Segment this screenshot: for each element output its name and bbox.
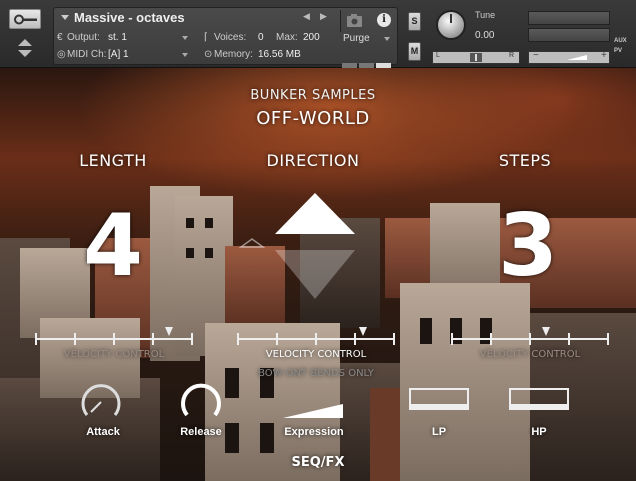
output-meter-right <box>528 28 610 42</box>
next-instrument-icon[interactable]: ▶ <box>320 12 327 22</box>
output-label: Output: <box>67 32 100 43</box>
hp-filter-control[interactable] <box>509 388 569 410</box>
voices-value: 0 <box>258 32 264 43</box>
info-icon[interactable]: i <box>377 13 391 27</box>
camera-icon <box>347 14 362 27</box>
volume-slider[interactable]: − + <box>528 50 610 64</box>
midi-dropdown-icon[interactable] <box>182 53 188 57</box>
steps-velocity-slider[interactable] <box>451 327 609 345</box>
midi-value[interactable]: [A] 1 <box>108 49 129 60</box>
pan-right-label: R <box>509 52 515 59</box>
wrench-icon <box>14 14 37 25</box>
memory-value: 16.56 MB <box>258 49 301 60</box>
aux-button[interactable]: AUX <box>614 38 627 44</box>
max-label: Max: <box>276 32 298 43</box>
product-title: OFF-WORLD <box>256 108 370 129</box>
hp-label: HP <box>531 426 547 438</box>
output-meter-left <box>528 11 610 25</box>
bow-bends-label[interactable]: BOW ONT BENDS ONLY <box>237 368 395 379</box>
direction-down-arrow[interactable] <box>275 250 355 299</box>
volume-plus: + <box>601 50 607 61</box>
instrument-ui: BUNKER SAMPLES OFF-WORLD LENGTH 4 VELOCI… <box>0 68 636 481</box>
pv-button[interactable]: PV <box>614 48 622 54</box>
lp-filter-control[interactable] <box>409 388 469 410</box>
max-voices-value[interactable]: 200 <box>303 32 320 43</box>
instrument-menu-icon[interactable] <box>61 15 69 20</box>
expression-label: Expression <box>284 426 344 438</box>
pan-slider[interactable]: L R <box>432 51 520 64</box>
steps-label: STEPS <box>498 151 552 170</box>
attack-label: Attack <box>86 426 120 438</box>
direction-up-arrow[interactable] <box>275 193 355 234</box>
output-dropdown-icon[interactable] <box>182 36 188 40</box>
midi-label: MIDI Ch: <box>67 49 107 60</box>
up-down-arrows-icon[interactable] <box>17 38 33 58</box>
volume-minus: − <box>533 50 539 61</box>
length-velocity-thumb[interactable] <box>165 327 174 336</box>
direction-arrows[interactable] <box>238 191 388 303</box>
direction-velocity-thumb[interactable] <box>359 327 368 336</box>
steps-velocity-label: VELOCITY CONTROL <box>479 349 581 360</box>
output-value[interactable]: st. 1 <box>108 32 127 43</box>
attack-knob[interactable] <box>80 381 122 423</box>
length-velocity-slider[interactable] <box>35 327 193 345</box>
voices-label: Voices: <box>214 32 247 43</box>
purge-dropdown-icon[interactable] <box>384 37 390 41</box>
purge-menu[interactable]: Purge <box>343 33 370 44</box>
memory-label: Memory: <box>214 49 253 60</box>
pan-left-label: L <box>436 52 440 59</box>
length-label: LENGTH <box>79 151 147 170</box>
direction-velocity-slider[interactable] <box>237 327 395 345</box>
brand-name: BUNKER SAMPLES <box>250 88 376 103</box>
midi-icon: ◎ <box>57 49 66 60</box>
voices-icon: ⌈ <box>204 32 208 43</box>
snapshot-button[interactable] <box>340 10 366 32</box>
direction-label: DIRECTION <box>266 151 360 170</box>
kontakt-header: Massive - octaves ◀ ▶ € Output: st. 1 ⌈ … <box>0 0 636 68</box>
prev-instrument-icon[interactable]: ◀ <box>303 12 310 22</box>
length-velocity-label: VELOCITY CONTROL <box>63 349 165 360</box>
tune-knob[interactable] <box>436 10 466 40</box>
steps-value[interactable]: 3 <box>458 203 598 289</box>
length-value[interactable]: 4 <box>43 203 183 289</box>
tune-label: Tune <box>475 10 496 20</box>
wrench-button[interactable] <box>9 9 41 29</box>
output-icon: € <box>57 32 63 43</box>
steps-velocity-thumb[interactable] <box>541 327 550 336</box>
lp-label: LP <box>431 426 447 438</box>
solo-button[interactable]: S <box>408 12 421 31</box>
tune-value: 0.00 <box>475 30 495 41</box>
release-label: Release <box>180 426 222 438</box>
pan-handle-icon[interactable] <box>470 53 482 62</box>
seq-fx-tab[interactable]: SEQ/FX <box>0 455 636 470</box>
instrument-name[interactable]: Massive - octaves <box>74 10 185 25</box>
memory-icon: ⊙ <box>204 49 213 60</box>
mute-button[interactable]: M <box>408 42 421 61</box>
direction-pingpong-arrow[interactable] <box>238 238 266 248</box>
direction-velocity-label: VELOCITY CONTROL <box>265 349 367 360</box>
volume-ramp-icon <box>567 55 587 60</box>
expression-slider[interactable] <box>283 403 345 419</box>
release-knob[interactable] <box>180 381 222 423</box>
